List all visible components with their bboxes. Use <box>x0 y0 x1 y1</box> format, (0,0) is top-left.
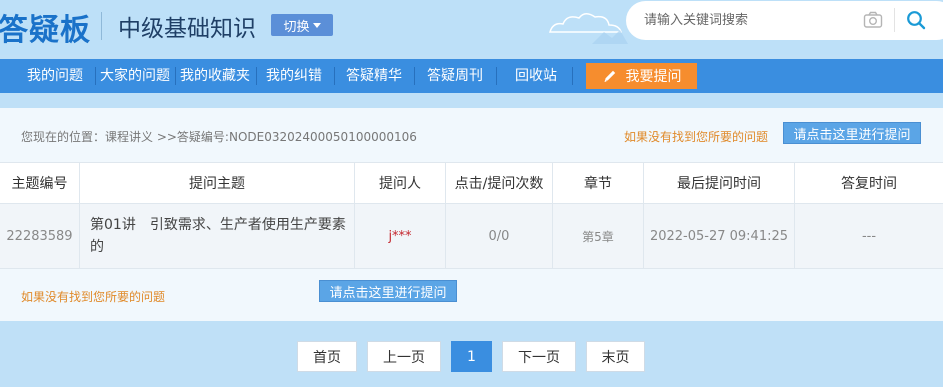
col-chapter: 章节 <box>553 163 644 203</box>
cell-last-time: 2022-05-27 09:41:25 <box>644 204 795 268</box>
not-found-hint-bottom: 如果没有找到您所要的问题 <box>21 290 166 304</box>
nav-qa-essence[interactable]: 答疑精华 <box>346 59 402 93</box>
camera-icon[interactable] <box>863 11 883 29</box>
cell-topic-link[interactable]: 第01讲 引致需求、生产者使用生产要素的 <box>80 204 355 268</box>
mountain-decoration-icon <box>592 30 628 44</box>
cell-count: 0/0 <box>446 204 553 268</box>
nav-divider <box>95 67 96 85</box>
ask-here-button-top[interactable]: 请点击这里进行提问 <box>783 122 921 144</box>
breadcrumb: 您现在的位置：课程讲义 >>答疑编号:NODE03202400050100000… <box>21 130 417 144</box>
nav-divider <box>175 67 176 85</box>
col-last-time: 最后提问时间 <box>644 163 795 203</box>
nav-divider <box>414 67 415 85</box>
page-current-button[interactable]: 1 <box>451 341 492 372</box>
nav-recycle-bin[interactable]: 回收站 <box>515 59 557 93</box>
logo-divider <box>101 12 102 40</box>
pencil-icon <box>604 70 615 82</box>
content-panel: 您现在的位置：课程讲义 >>答疑编号:NODE03202400050100000… <box>0 108 943 321</box>
nav-my-corrections[interactable]: 我的纠错 <box>266 59 322 93</box>
nav-everyone-questions[interactable]: 大家的问题 <box>100 59 170 93</box>
switch-course-button[interactable]: 切换 <box>271 14 333 36</box>
cell-chapter: 第5章 <box>553 204 644 268</box>
table-header: 主题编号 提问主题 提问人 点击/提问次数 章节 最后提问时间 答复时间 <box>0 162 943 204</box>
ask-question-label: 我要提问 <box>625 69 682 85</box>
page-prev-button[interactable]: 上一页 <box>367 341 441 372</box>
ask-here-button-bottom[interactable]: 请点击这里进行提问 <box>319 280 457 302</box>
page-next-button[interactable]: 下一页 <box>502 341 576 372</box>
logo[interactable]: 答疑板 <box>0 5 91 49</box>
cell-asker: j*** <box>355 204 446 268</box>
caret-down-icon <box>312 23 321 28</box>
not-found-hint-top: 如果没有找到您所要的问题 <box>624 130 769 144</box>
col-topic-id: 主题编号 <box>0 163 80 203</box>
search-icon[interactable] <box>906 10 926 30</box>
header: 答疑板 中级基础知识 切换 <box>0 0 943 55</box>
nav-qa-weekly[interactable]: 答疑周刊 <box>427 59 483 93</box>
course-title: 中级基础知识 <box>118 16 256 42</box>
nav-my-favorites[interactable]: 我的收藏夹 <box>180 59 250 93</box>
table-row[interactable]: 22283589 第01讲 引致需求、生产者使用生产要素的 j*** 0/0 第… <box>0 204 943 269</box>
search-divider <box>894 8 895 32</box>
nav-my-questions[interactable]: 我的问题 <box>27 59 83 93</box>
nav-divider <box>334 67 335 85</box>
switch-label: 切换 <box>283 19 310 35</box>
main-nav: 我的问题 大家的问题 我的收藏夹 我的纠错 答疑精华 答疑周刊 回收站 我要提问 <box>0 59 943 93</box>
page-first-button[interactable]: 首页 <box>297 341 357 372</box>
nav-divider <box>256 67 257 85</box>
search-box <box>626 1 943 40</box>
col-reply-time: 答复时间 <box>841 176 897 192</box>
search-input[interactable] <box>644 10 844 30</box>
nav-divider <box>572 67 573 85</box>
cell-reply-time: --- <box>861 228 877 244</box>
page-last-button[interactable]: 末页 <box>586 341 645 372</box>
col-asker: 提问人 <box>355 163 446 203</box>
col-count: 点击/提问次数 <box>446 163 553 203</box>
nav-divider <box>496 67 497 85</box>
cell-topic-id: 22283589 <box>0 204 80 268</box>
col-topic: 提问主题 <box>80 163 355 203</box>
ask-question-button[interactable]: 我要提问 <box>586 63 697 89</box>
